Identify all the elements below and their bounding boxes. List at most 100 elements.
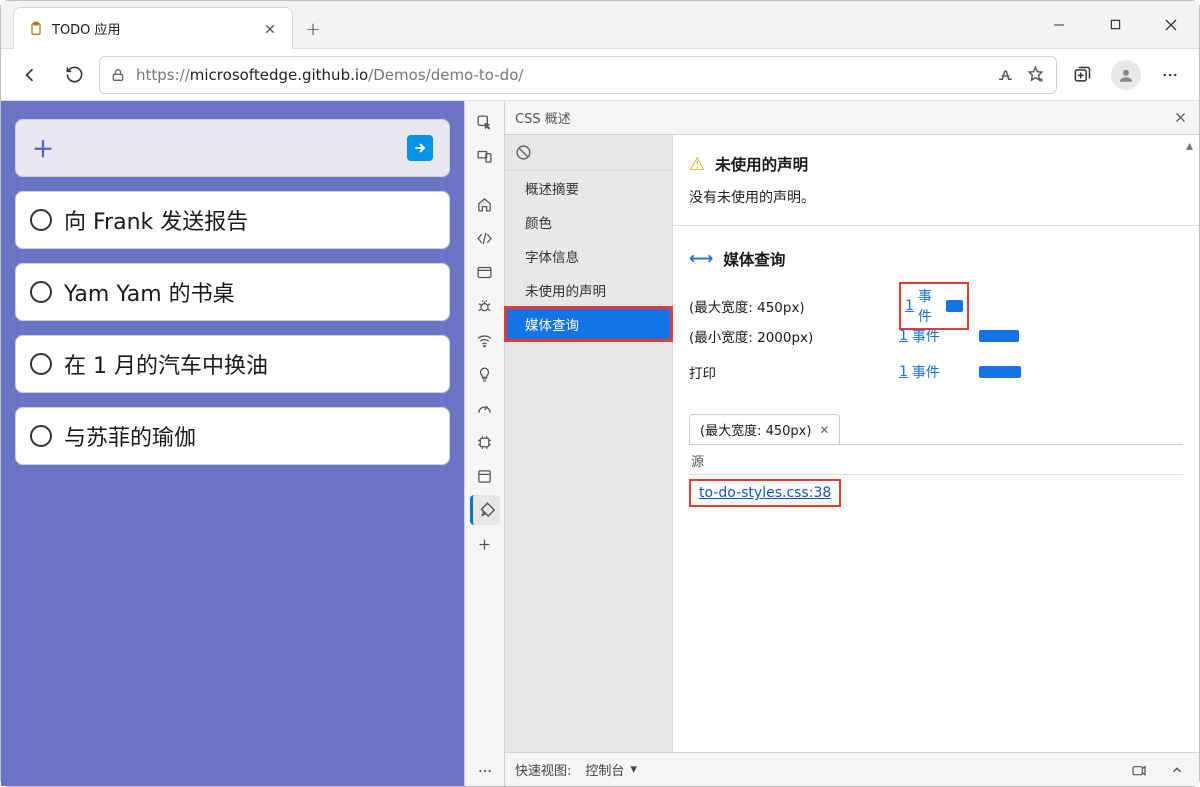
add-tool-icon[interactable]	[470, 529, 500, 559]
read-aloud-icon[interactable]	[994, 64, 1016, 86]
submit-arrow-icon[interactable]	[407, 135, 433, 161]
address-bar[interactable]: https://microsoftedge.github.io/Demos/de…	[99, 56, 1057, 94]
section-title-media: 媒体查询	[723, 248, 785, 270]
close-detail-icon[interactable]: ✕	[819, 423, 829, 437]
browser-tab[interactable]: TODO 应用	[13, 7, 293, 49]
todo-text: Yam Yam 的书桌	[64, 276, 235, 308]
nav-colors[interactable]: 颜色	[505, 205, 672, 239]
performance-icon[interactable]	[470, 393, 500, 423]
console-dropdown[interactable]: 控制台 ▾	[585, 760, 637, 779]
mq-label: (最大宽度: 450px)	[689, 296, 889, 316]
radio-icon[interactable]	[30, 425, 52, 447]
content-area: ＋ 向 Frank 发送报告 Yam Yam 的书桌 在 1 月的汽车中换油 与…	[1, 101, 1199, 786]
clipboard-icon	[28, 21, 44, 37]
memory-icon[interactable]	[470, 427, 500, 457]
nav-unused[interactable]: 未使用的声明	[505, 273, 672, 307]
more-tools-icon[interactable]	[470, 756, 500, 786]
mq-count[interactable]: 1 事件	[899, 362, 969, 382]
section-title-unused: 未使用的声明	[715, 153, 808, 175]
issues-icon[interactable]	[1127, 758, 1151, 782]
mq-bar	[979, 330, 1019, 342]
todo-text: 在 1 月的汽车中换油	[64, 348, 268, 380]
devtools-footer: 快速视图: 控制台 ▾	[505, 752, 1199, 786]
todo-item[interactable]: 与苏菲的瑜伽	[15, 407, 450, 465]
unused-body: 没有未使用的声明。	[689, 187, 1183, 207]
quickview-label: 快速视图:	[515, 760, 571, 779]
url-path: /Demos/demo-to-do/	[368, 66, 523, 84]
nav-media-queries[interactable]: 媒体查询	[505, 307, 672, 341]
devtools-tab-header: CSS 概述	[505, 101, 1199, 135]
highlight-box: to-do-styles.css:38	[689, 479, 841, 507]
console-label: 控制台	[585, 760, 624, 779]
device-icon[interactable]	[470, 141, 500, 171]
todo-item[interactable]: 向 Frank 发送报告	[15, 191, 450, 249]
scroll-up-icon[interactable]: ▴	[1182, 139, 1197, 153]
source-link[interactable]: to-do-styles.css:38	[699, 485, 831, 501]
devtools-panel: CSS 概述 概述摘要 颜色 字体信息 未使用的声明 媒体查询	[464, 101, 1199, 786]
refresh-button[interactable]	[55, 56, 93, 94]
mq-count[interactable]: 1 事件	[899, 326, 969, 346]
sources-icon[interactable]	[470, 257, 500, 287]
todo-text: 与苏菲的瑜伽	[64, 420, 196, 452]
css-overview-icon[interactable]	[470, 495, 500, 525]
url-scheme: https://	[136, 66, 190, 84]
media-query-row: (最大宽度: 450px) 1 事件	[689, 282, 1183, 318]
elements-icon[interactable]	[470, 223, 500, 253]
lock-icon	[110, 67, 126, 83]
browser-toolbar: https://microsoftedge.github.io/Demos/de…	[1, 49, 1199, 101]
css-overview-nav: 概述摘要 颜色 字体信息 未使用的声明 媒体查询	[505, 135, 673, 752]
panel-title: CSS 概述	[515, 108, 571, 127]
collections-icon[interactable]	[1063, 56, 1101, 94]
mq-label: 打印	[689, 362, 889, 382]
highlight-box: 1 事件	[899, 282, 969, 330]
maximize-button[interactable]	[1087, 1, 1143, 48]
mq-count[interactable]: 1 事件	[905, 286, 932, 326]
todo-text: 向 Frank 发送报告	[64, 204, 248, 236]
radio-icon[interactable]	[30, 209, 52, 231]
close-panel-icon[interactable]	[1171, 109, 1189, 127]
url-text: https://microsoftedge.github.io/Demos/de…	[136, 66, 523, 84]
lightbulb-icon[interactable]	[470, 359, 500, 389]
bug-icon[interactable]	[470, 291, 500, 321]
profile-avatar[interactable]	[1107, 56, 1145, 94]
welcome-icon[interactable]	[470, 189, 500, 219]
css-overview-content[interactable]: ▴ ⚠ 未使用的声明 没有未使用的声明。 ⟷ 媒体查询 (最大宽度: 450px) …	[673, 135, 1199, 752]
media-queries-section: ⟷ 媒体查询 (最大宽度: 450px) 1 事件 (最小宽度: 2000px)	[673, 226, 1199, 525]
media-query-row: 打印 1 事件	[689, 354, 1183, 390]
url-host: microsoftedge.github.io	[190, 66, 368, 84]
close-window-button[interactable]	[1143, 1, 1199, 48]
nav-fonts[interactable]: 字体信息	[505, 239, 672, 273]
devtools-main: CSS 概述 概述摘要 颜色 字体信息 未使用的声明 媒体查询	[505, 101, 1199, 786]
radio-icon[interactable]	[30, 281, 52, 303]
tab-title: TODO 应用	[52, 19, 254, 38]
plus-icon[interactable]: ＋	[32, 132, 54, 164]
todo-item[interactable]: 在 1 月的汽车中换油	[15, 335, 450, 393]
minimize-button[interactable]	[1031, 1, 1087, 48]
detail-tab[interactable]: (最大宽度: 450px)✕	[689, 414, 840, 444]
more-button[interactable]	[1151, 56, 1189, 94]
source-header: 源	[689, 445, 1183, 474]
devtools-icon-rail	[465, 101, 505, 786]
unused-section: ⚠ 未使用的声明 没有未使用的声明。	[673, 145, 1199, 226]
mq-label: (最小宽度: 2000px)	[689, 326, 889, 346]
new-tab-button[interactable]: +	[293, 11, 333, 48]
expand-drawer-icon[interactable]	[1165, 758, 1189, 782]
css-overview-body: 概述摘要 颜色 字体信息 未使用的声明 媒体查询 ▴ ⚠ 未使用的声明 没有未使用…	[505, 135, 1199, 752]
close-tab-icon[interactable]	[262, 21, 278, 37]
network-icon[interactable]	[470, 325, 500, 355]
chevron-down-icon: ▾	[630, 762, 637, 777]
arrows-icon: ⟷	[689, 249, 713, 269]
back-button[interactable]	[11, 56, 49, 94]
inspect-icon[interactable]	[470, 107, 500, 137]
window-controls	[1031, 1, 1199, 48]
warning-icon: ⚠	[689, 154, 705, 175]
application-icon[interactable]	[470, 461, 500, 491]
nav-summary[interactable]: 概述摘要	[505, 171, 672, 205]
radio-icon[interactable]	[30, 353, 52, 375]
add-todo-card[interactable]: ＋	[15, 119, 450, 177]
favorite-icon[interactable]	[1024, 64, 1046, 86]
title-bar: TODO 应用 +	[1, 1, 1199, 49]
clear-overview-icon[interactable]	[505, 135, 672, 171]
todo-item[interactable]: Yam Yam 的书桌	[15, 263, 450, 321]
mq-bar	[979, 366, 1021, 378]
